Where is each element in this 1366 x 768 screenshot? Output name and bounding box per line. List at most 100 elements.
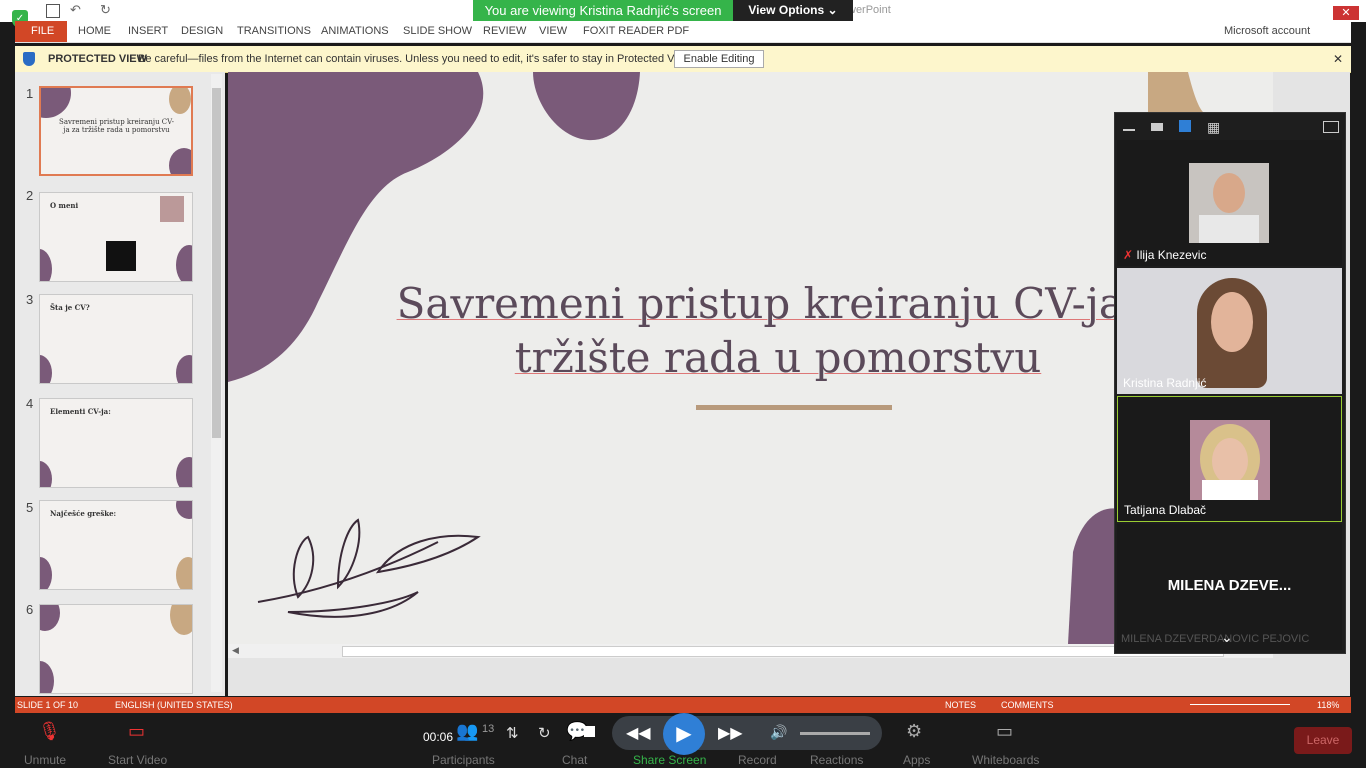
title-underline-divider bbox=[696, 405, 892, 410]
slide-thumbnail-5[interactable]: Najčešće greške: bbox=[39, 500, 193, 590]
participant-tile[interactable]: Kristina Radnjić bbox=[1117, 268, 1342, 394]
overflow-participant-name: MILENA DZEVERDANOVIC PEJOVIC bbox=[1121, 633, 1310, 645]
thumbnail-title: Najčešće greške: bbox=[50, 509, 117, 518]
thumbnail-title: O meni bbox=[50, 201, 79, 210]
slide-thumbnail-3[interactable]: Šta je CV? bbox=[39, 294, 193, 384]
chat-button[interactable]: Chat bbox=[562, 753, 587, 767]
zoom-slider[interactable] bbox=[1190, 704, 1290, 705]
thumbnail-number: 3 bbox=[26, 292, 34, 307]
scrollbar-thumb[interactable] bbox=[212, 88, 221, 438]
zoom-level[interactable]: 118% bbox=[1317, 700, 1339, 710]
minimize-icon[interactable] bbox=[1123, 129, 1135, 131]
tab-foxit-reader-pdf[interactable]: FOXIT READER PDF bbox=[583, 21, 689, 42]
media-player-controls: ◀◀ ▶▶ 🔊 bbox=[612, 716, 882, 750]
close-icon[interactable]: ✕ bbox=[1333, 52, 1343, 66]
slide-title[interactable]: Savremeni pristup kreiranju CV-ja z trži… bbox=[378, 277, 1178, 385]
tab-home[interactable]: HOME bbox=[78, 21, 111, 42]
unmute-button[interactable]: Unmute bbox=[24, 753, 66, 767]
participant-tile[interactable]: Tatijana Dlabač bbox=[1117, 396, 1342, 522]
apps-button[interactable]: Apps bbox=[903, 753, 930, 767]
redo-icon[interactable]: ↻ bbox=[100, 2, 111, 18]
share-screen-button[interactable]: Share Screen bbox=[633, 753, 706, 767]
thumbnail-number: 5 bbox=[26, 500, 34, 515]
screen-share-banner: You are viewing Kristina Radnjić's scree… bbox=[473, 0, 733, 21]
whiteboards-button[interactable]: Whiteboards bbox=[972, 753, 1039, 767]
gallery-view-icon[interactable]: ▦ bbox=[1207, 119, 1220, 136]
tab-review[interactable]: REVIEW bbox=[483, 21, 526, 42]
language-indicator[interactable]: ENGLISH (UNITED STATES) bbox=[115, 700, 233, 710]
notes-button[interactable]: NOTES bbox=[945, 700, 976, 710]
start-video-button[interactable]: Start Video bbox=[108, 753, 167, 767]
whiteboard-icon[interactable]: ▭ bbox=[996, 721, 1013, 742]
app-title: werPoint bbox=[848, 4, 891, 16]
quick-access-save-icon[interactable] bbox=[46, 4, 60, 18]
tab-transitions[interactable]: TRANSITIONS bbox=[237, 21, 311, 42]
avatar bbox=[1190, 420, 1270, 500]
muted-mic-icon[interactable]: 🎙 bbox=[38, 721, 61, 742]
view-options-button[interactable]: View Options ⌄ bbox=[733, 0, 853, 21]
thumbnail-number: 6 bbox=[26, 602, 34, 617]
thumbnail-number: 4 bbox=[26, 396, 34, 411]
thumbnail-number: 1 bbox=[26, 86, 34, 101]
chevron-down-icon[interactable]: ⌄ bbox=[1221, 629, 1233, 646]
comments-button[interactable]: COMMENTS bbox=[1001, 700, 1054, 710]
tab-animations[interactable]: ANIMATIONS bbox=[321, 21, 389, 42]
thumbnail-number: 2 bbox=[26, 188, 34, 203]
slide-title-line-1: Savremeni pristup kreiranju CV-ja z bbox=[396, 279, 1160, 328]
enable-editing-button[interactable]: Enable Editing bbox=[674, 50, 764, 68]
elapsed-time: 00:06 bbox=[423, 730, 454, 744]
ribbon-tabs: FILE HOME INSERT DESIGN TRANSITIONS ANIM… bbox=[15, 21, 1351, 43]
scrollbar-thumb[interactable] bbox=[342, 646, 1224, 657]
slide-thumbnail-4[interactable]: Elementi CV-ja: bbox=[39, 398, 193, 488]
slide-thumbnail-2[interactable]: O meni bbox=[39, 192, 193, 282]
tab-design[interactable]: DESIGN bbox=[181, 21, 223, 42]
close-window-icon[interactable]: ✕ bbox=[1333, 6, 1359, 20]
participant-name: Kristina Radnjić bbox=[1123, 376, 1207, 390]
tab-file[interactable]: FILE bbox=[15, 21, 67, 42]
microsoft-account[interactable]: Microsoft account bbox=[1224, 21, 1310, 42]
video-off-icon[interactable]: ▭ bbox=[128, 721, 145, 742]
protected-view-bar: PROTECTED VIEW Be careful—files from the… bbox=[15, 46, 1351, 73]
participants-button[interactable]: Participants bbox=[432, 753, 495, 767]
thumbnails-scrollbar[interactable] bbox=[211, 74, 222, 692]
muted-mic-icon: ✗ bbox=[1123, 248, 1134, 262]
slide-title-line-2: tržište rada u pomorstvu bbox=[514, 333, 1042, 382]
participant-gallery: ▦ ✗ Ilija Knezevic Kristina Radnjić Tati… bbox=[1114, 112, 1346, 654]
scroll-left-icon[interactable]: ◀ bbox=[232, 645, 239, 656]
play-button[interactable]: ▶ bbox=[663, 713, 705, 755]
stop-button[interactable] bbox=[584, 726, 595, 737]
tab-view[interactable]: VIEW bbox=[539, 21, 567, 42]
leave-button[interactable]: Leave bbox=[1294, 727, 1352, 754]
exit-fullscreen-icon[interactable] bbox=[1323, 121, 1339, 133]
status-bar: SLIDE 1 OF 10 ENGLISH (UNITED STATES) NO… bbox=[15, 697, 1351, 713]
participant-tile[interactable]: ✗ Ilija Knezevic bbox=[1117, 140, 1342, 266]
apps-icon[interactable]: ⚙ bbox=[906, 721, 922, 742]
participant-name-large: MILENA DZEVE... bbox=[1167, 577, 1292, 594]
participant-name: Tatijana Dlabač bbox=[1124, 503, 1207, 517]
switch-icon[interactable]: ⇅ bbox=[506, 724, 519, 742]
participant-name: Ilija Knezevic bbox=[1136, 248, 1207, 262]
volume-slider[interactable] bbox=[800, 732, 870, 735]
rewind-icon[interactable]: ◀◀ bbox=[626, 723, 651, 743]
slide-thumbnail-1[interactable]: Savremeni pristup kreiranju CV-ja za trž… bbox=[39, 86, 193, 176]
participants-count: 13 bbox=[482, 723, 495, 735]
slide-thumbnail-6[interactable] bbox=[39, 604, 193, 694]
chevron-down-icon: ⌄ bbox=[827, 3, 838, 17]
record-button[interactable]: Record bbox=[738, 753, 777, 767]
thumbnail-view-icon[interactable] bbox=[1151, 123, 1163, 131]
qr-code-thumbnail bbox=[106, 241, 136, 271]
view-options-label: View Options bbox=[748, 3, 825, 17]
participants-icon[interactable]: 👥 bbox=[456, 721, 478, 742]
undo-icon[interactable]: ↶ bbox=[70, 2, 81, 18]
slide-counter: SLIDE 1 OF 10 bbox=[17, 700, 79, 710]
thumbnail-title: Šta je CV? bbox=[50, 303, 90, 312]
fast-forward-icon[interactable]: ▶▶ bbox=[718, 723, 743, 743]
reactions-button[interactable]: Reactions bbox=[810, 753, 863, 767]
refresh-icon[interactable]: ↻ bbox=[538, 724, 551, 742]
avatar bbox=[1189, 163, 1269, 243]
tab-slide-show[interactable]: SLIDE SHOW bbox=[403, 21, 472, 42]
speaker-view-icon[interactable] bbox=[1179, 120, 1191, 132]
protected-view-label: PROTECTED VIEW bbox=[48, 53, 148, 65]
tab-insert[interactable]: INSERT bbox=[128, 21, 168, 42]
volume-icon[interactable]: 🔊 bbox=[770, 724, 787, 741]
